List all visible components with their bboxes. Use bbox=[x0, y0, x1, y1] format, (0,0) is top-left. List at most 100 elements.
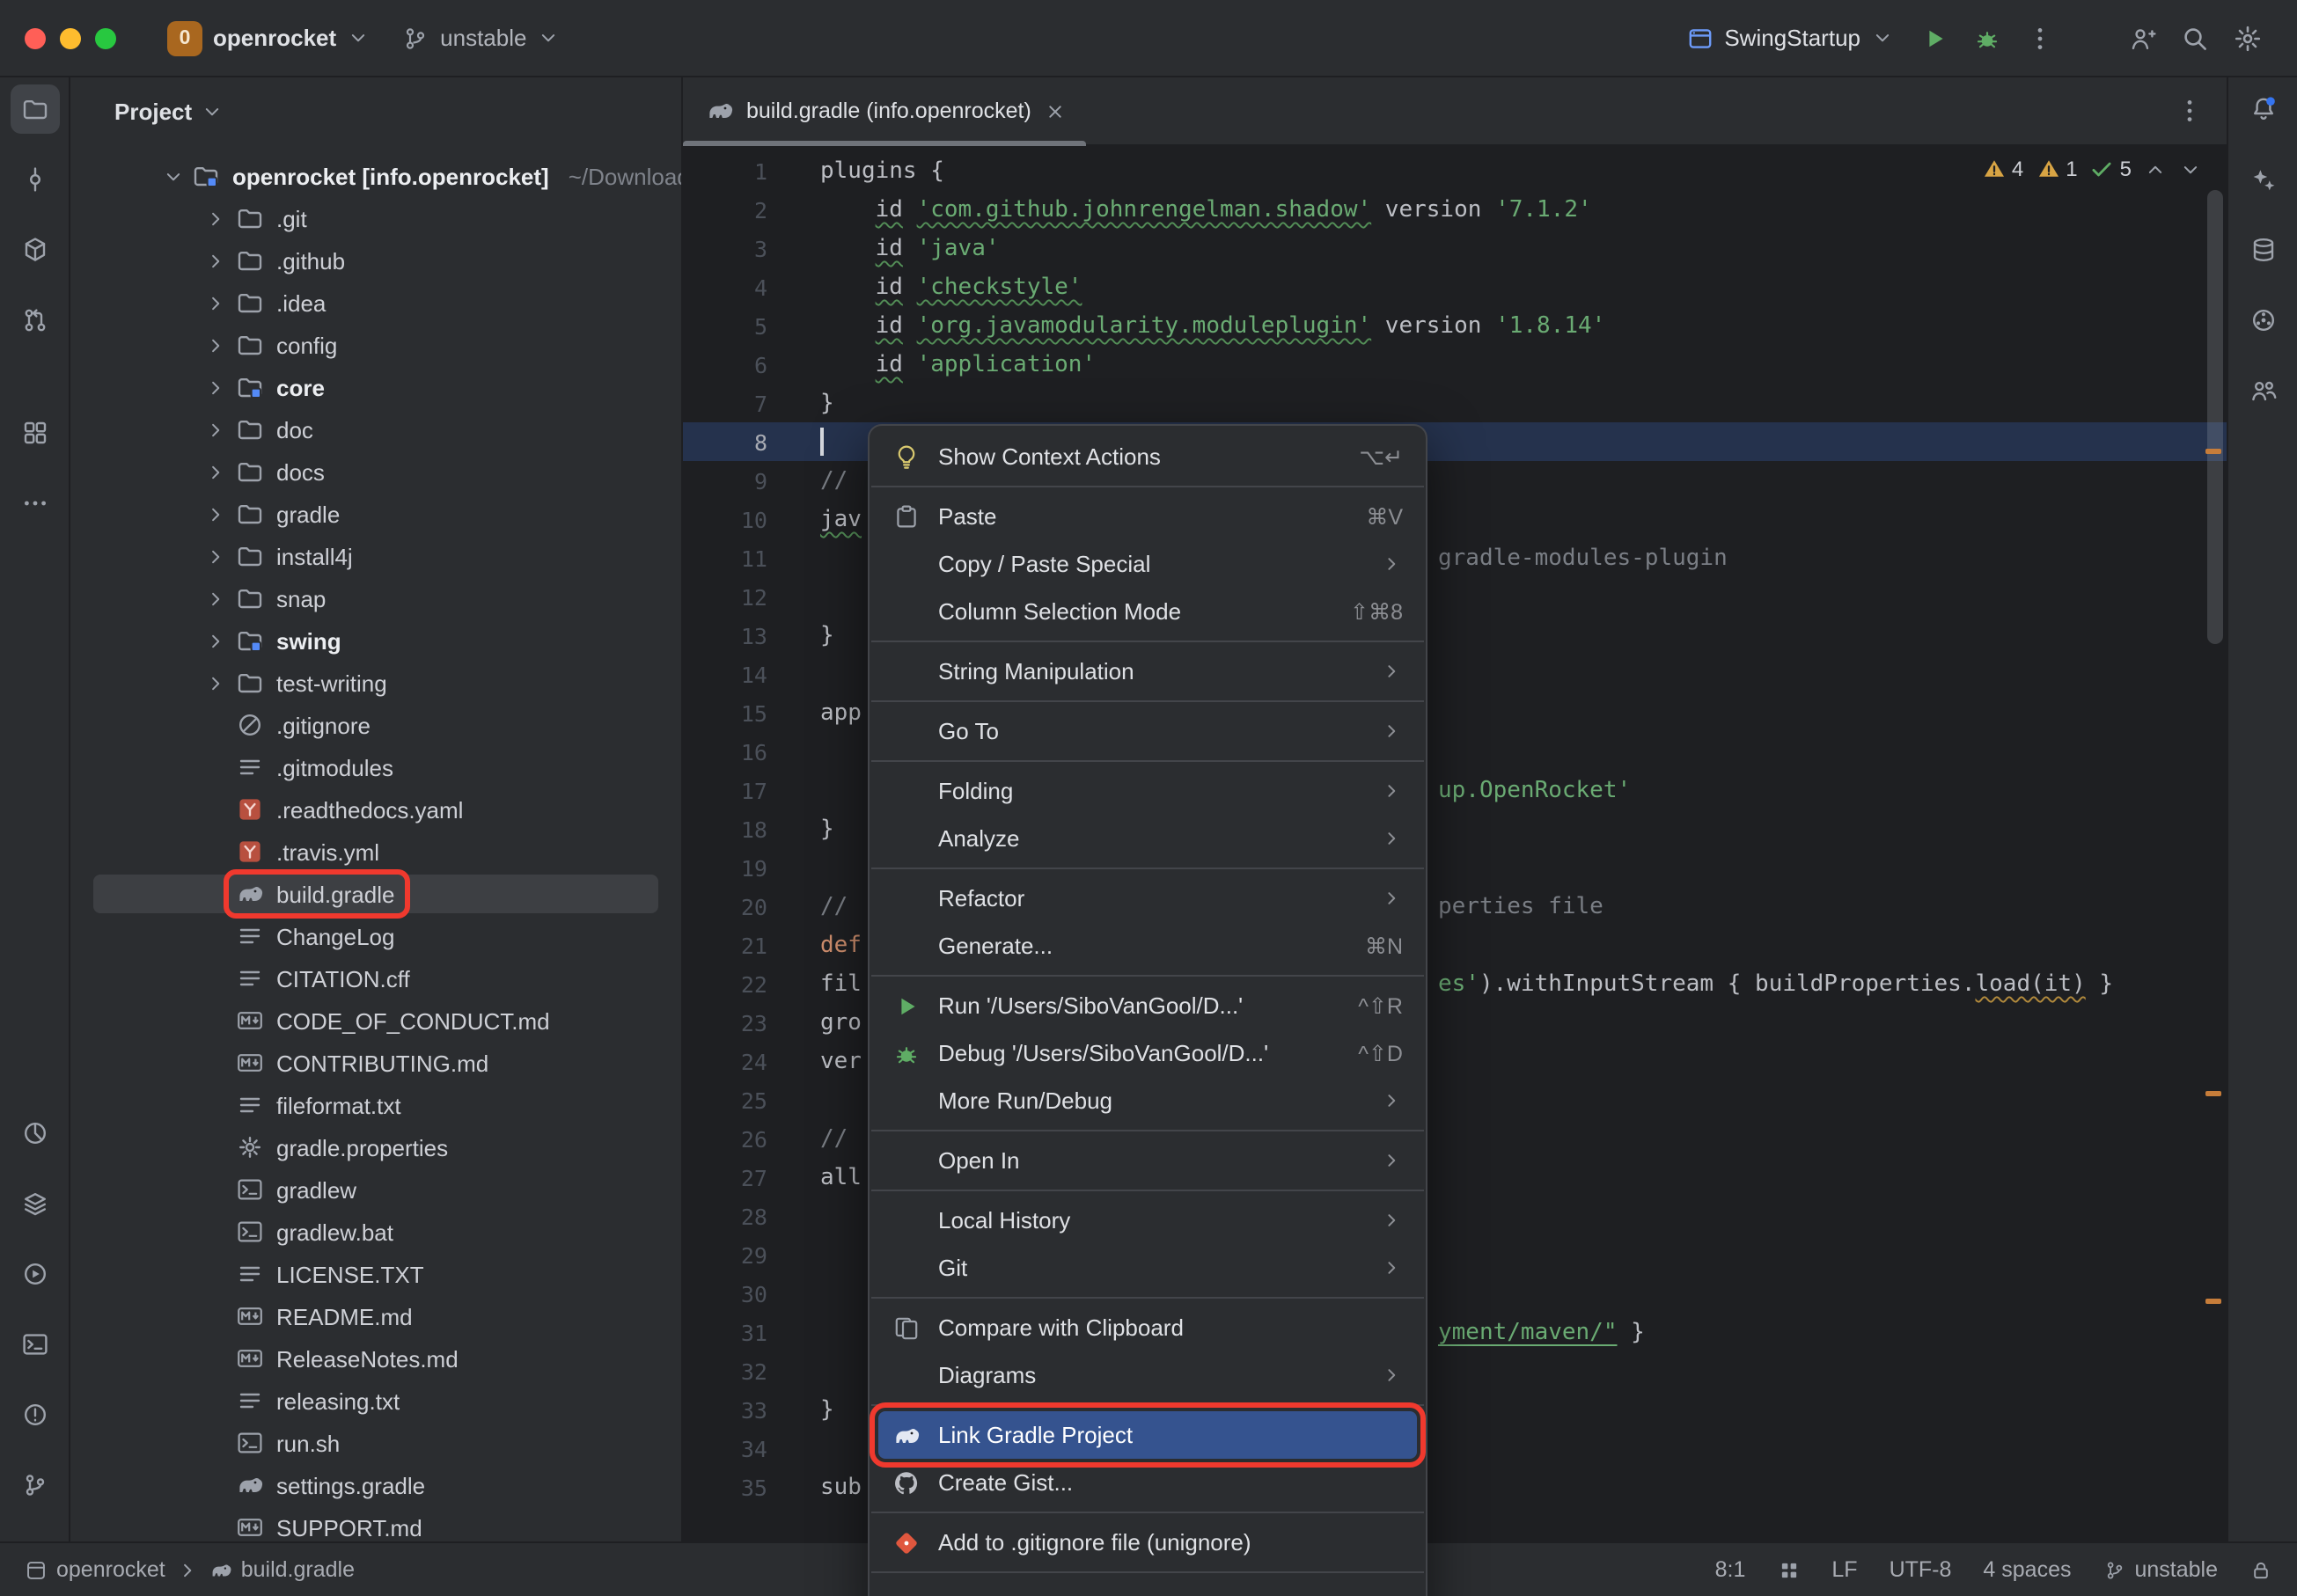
tool-button-database[interactable] bbox=[2238, 225, 2287, 275]
tree-item-openrocket-info-openrocket[interactable]: openrocket [info.openrocket] ~/Downloads… bbox=[70, 155, 681, 197]
line-number[interactable]: 16 bbox=[683, 738, 820, 765]
project-panel-header[interactable]: Project bbox=[70, 77, 681, 144]
tree-item-idea[interactable]: .idea bbox=[70, 282, 681, 324]
code-line-5[interactable]: 5 id 'org.javamodularity.moduleplugin' v… bbox=[683, 306, 2227, 345]
menu-item-open-in[interactable]: Open In bbox=[878, 1137, 1417, 1184]
menu-item-create-gist[interactable]: Create Gist... bbox=[878, 1459, 1417, 1506]
tool-button-code-with-me[interactable] bbox=[2238, 366, 2287, 415]
lock-icon[interactable] bbox=[2249, 1558, 2272, 1581]
code-line-7[interactable]: 7} bbox=[683, 384, 2227, 422]
menu-item-diagrams[interactable]: Diagrams bbox=[878, 1351, 1417, 1399]
error-stripe-mark[interactable] bbox=[2205, 1299, 2221, 1304]
line-number[interactable]: 17 bbox=[683, 777, 820, 803]
menu-item-folding[interactable]: Folding bbox=[878, 767, 1417, 815]
line-number[interactable]: 14 bbox=[683, 661, 820, 687]
tool-button-dependencies[interactable] bbox=[2238, 296, 2287, 345]
tree-item-gradle[interactable]: gradle bbox=[70, 493, 681, 535]
menu-item-string-manipulation[interactable]: String Manipulation bbox=[878, 648, 1417, 695]
line-number[interactable]: 19 bbox=[683, 854, 820, 881]
tree-item-github[interactable]: .github bbox=[70, 239, 681, 282]
tool-button-project-folder[interactable] bbox=[10, 84, 59, 134]
tool-button-more-tools[interactable] bbox=[10, 479, 59, 528]
menu-item-compare-with-clipboard[interactable]: Compare with Clipboard bbox=[878, 1304, 1417, 1351]
line-number[interactable]: 4 bbox=[683, 274, 820, 300]
inspections-widget[interactable]: 4 1 5 bbox=[1982, 157, 2202, 181]
tree-item-install4j[interactable]: install4j bbox=[70, 535, 681, 577]
line-number[interactable]: 8 bbox=[683, 428, 820, 455]
git-branch-widget[interactable]: unstable bbox=[2103, 1557, 2218, 1582]
warnings-indicator[interactable]: 4 bbox=[1982, 157, 2023, 181]
tree-item-core[interactable]: core bbox=[70, 366, 681, 408]
tree-expand-toggle[interactable] bbox=[201, 331, 229, 359]
tree-item-code-of-conduct-md[interactable]: CODE_OF_CONDUCT.md bbox=[70, 999, 681, 1042]
line-number[interactable]: 12 bbox=[683, 583, 820, 610]
tree-expand-toggle[interactable] bbox=[201, 500, 229, 528]
tree-item-readme-md[interactable]: README.md bbox=[70, 1295, 681, 1337]
line-number[interactable]: 35 bbox=[683, 1474, 820, 1500]
project-widget[interactable]: 0 openrocket bbox=[155, 13, 382, 62]
tree-expand-toggle[interactable] bbox=[201, 204, 229, 232]
tool-button-notifications-bell[interactable] bbox=[2238, 84, 2287, 134]
tree-expand-toggle[interactable] bbox=[201, 669, 229, 697]
tree-item-swing[interactable]: swing bbox=[70, 619, 681, 662]
passed-indicator[interactable]: 5 bbox=[2090, 157, 2132, 181]
chevron-up-icon[interactable] bbox=[2144, 157, 2167, 180]
editor-scrollbar[interactable] bbox=[2207, 190, 2223, 644]
menu-item-link-gradle-project[interactable]: Link Gradle Project bbox=[878, 1411, 1417, 1459]
tree-item-releasing-txt[interactable]: releasing.txt bbox=[70, 1380, 681, 1422]
tree-expand-toggle[interactable] bbox=[201, 246, 229, 275]
indent-widget[interactable]: 4 spaces bbox=[1983, 1557, 2071, 1582]
tree-item-fileformat-txt[interactable]: fileformat.txt bbox=[70, 1084, 681, 1126]
line-number[interactable]: 28 bbox=[683, 1203, 820, 1229]
tree-item-support-md[interactable]: SUPPORT.md bbox=[70, 1506, 681, 1541]
line-number[interactable]: 13 bbox=[683, 622, 820, 648]
search-everywhere-button[interactable] bbox=[2170, 13, 2220, 62]
line-number[interactable]: 15 bbox=[683, 699, 820, 726]
run-configuration-widget[interactable]: SwingStartup bbox=[1673, 17, 1906, 59]
code-line-3[interactable]: 3 id 'java' bbox=[683, 229, 2227, 267]
line-number[interactable]: 23 bbox=[683, 1009, 820, 1036]
line-number[interactable]: 1 bbox=[683, 157, 820, 184]
tree-item-gradlew-bat[interactable]: gradlew.bat bbox=[70, 1211, 681, 1253]
menu-item-local-history[interactable]: Local History bbox=[878, 1197, 1417, 1244]
line-number[interactable]: 29 bbox=[683, 1241, 820, 1268]
tree-item-license-txt[interactable]: LICENSE.TXT bbox=[70, 1253, 681, 1295]
line-number[interactable]: 20 bbox=[683, 893, 820, 919]
tree-item-git[interactable]: .git bbox=[70, 197, 681, 239]
close-button[interactable] bbox=[25, 27, 46, 48]
tree-expand-toggle[interactable] bbox=[201, 584, 229, 612]
tree-expand-toggle[interactable] bbox=[162, 162, 185, 190]
tree-item-readthedocs-yaml[interactable]: .readthedocs.yaml bbox=[70, 788, 681, 831]
tree-item-doc[interactable]: doc bbox=[70, 408, 681, 450]
breadcrumb-file[interactable]: build.gradle bbox=[209, 1557, 355, 1582]
tree-item-build-gradle[interactable]: build.gradle bbox=[70, 873, 681, 915]
grid-icon[interactable] bbox=[1777, 1558, 1800, 1581]
menu-item-add-to-gitignore-file-unignore[interactable]: Add to .gitignore file (unignore) bbox=[878, 1519, 1417, 1566]
menu-item-git[interactable]: Git bbox=[878, 1244, 1417, 1292]
debug-button[interactable] bbox=[1963, 13, 2012, 62]
code-line-4[interactable]: 4 id 'checkstyle' bbox=[683, 267, 2227, 306]
kebab-icon[interactable] bbox=[2176, 97, 2204, 125]
tool-button-terminal[interactable] bbox=[10, 1320, 59, 1369]
line-number[interactable]: 10 bbox=[683, 506, 820, 532]
tree-expand-toggle[interactable] bbox=[201, 373, 229, 401]
menu-item-paste[interactable]: Paste⌘V bbox=[878, 493, 1417, 540]
tree-item-test-writing[interactable]: test-writing bbox=[70, 662, 681, 704]
line-number[interactable]: 2 bbox=[683, 196, 820, 223]
menu-item-refactor[interactable]: Refactor bbox=[878, 875, 1417, 922]
tree-expand-toggle[interactable] bbox=[201, 458, 229, 486]
line-number[interactable]: 5 bbox=[683, 312, 820, 339]
line-number[interactable]: 33 bbox=[683, 1396, 820, 1423]
menu-item-debug-users-sibovangool-d[interactable]: Debug '/Users/SiboVanGool/D...'^⇧D bbox=[878, 1029, 1417, 1077]
tool-button-services[interactable] bbox=[10, 1179, 59, 1228]
line-number[interactable]: 9 bbox=[683, 467, 820, 494]
tree-item-travis-yml[interactable]: .travis.yml bbox=[70, 831, 681, 873]
tool-button-commit[interactable] bbox=[10, 155, 59, 204]
line-number[interactable]: 27 bbox=[683, 1164, 820, 1190]
tree-expand-toggle[interactable] bbox=[201, 289, 229, 317]
tree-item-snap[interactable]: snap bbox=[70, 577, 681, 619]
line-number[interactable]: 11 bbox=[683, 545, 820, 571]
chevron-down-icon[interactable] bbox=[2179, 157, 2202, 180]
line-number[interactable]: 30 bbox=[683, 1280, 820, 1307]
line-number[interactable]: 18 bbox=[683, 816, 820, 842]
